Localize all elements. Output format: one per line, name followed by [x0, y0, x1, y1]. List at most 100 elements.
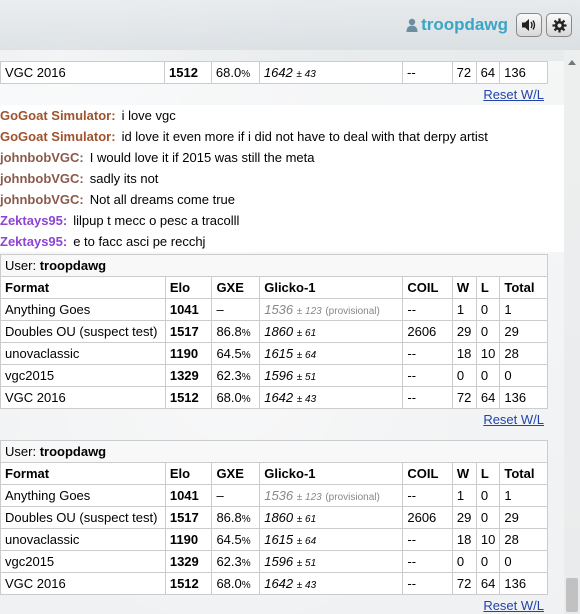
cell-total: 136 — [499, 61, 548, 84]
cell-total: 29 — [499, 320, 548, 343]
cell-coil: -- — [402, 484, 453, 507]
chat-scrollbar[interactable] — [564, 50, 580, 614]
chat-message: johnbobVGC: I would love it if 2015 was s… — [0, 147, 564, 168]
col-total: Total — [499, 462, 548, 485]
cell-coil: -- — [402, 364, 453, 387]
chat-text: Not all dreams come true — [89, 192, 235, 207]
chat-nick[interactable]: Zektays95: — [0, 213, 67, 228]
cell-l: 0 — [475, 506, 501, 529]
chat-message: Zektays95: lilpup t mecc o pesc a tracoll… — [0, 210, 564, 231]
chat-text: I would love it if 2015 was still the me… — [89, 150, 315, 165]
col-l: L — [475, 276, 501, 299]
col-w: W — [451, 276, 477, 299]
username-button[interactable]: troopdawg — [406, 15, 508, 35]
cell-elo: 1041 — [164, 298, 213, 321]
header-row: Format Elo GXE Glicko-1 COIL W L Total — [0, 462, 548, 485]
col-gxe: GXE — [211, 276, 261, 299]
cell-w: 1 — [451, 298, 477, 321]
cell-format: VGC 2016 — [0, 572, 166, 595]
rank-table-body: Anything Goes 1041–1536 ± 123 (provisiona… — [0, 484, 548, 595]
chat-nick[interactable]: Zektays95: — [0, 234, 67, 249]
cell-gxe: – — [211, 484, 261, 507]
cell-gxe: 86.8% — [211, 506, 261, 529]
user-row: User: troopdawg — [0, 254, 548, 277]
cell-glicko: 1642 ± 43 — [259, 572, 404, 595]
header-row: Format Elo GXE Glicko-1 COIL W L Total — [0, 276, 548, 299]
cell-glicko: 1615 ± 64 — [259, 528, 404, 551]
speaker-icon — [522, 19, 536, 31]
cell-gxe: 68.0% — [211, 386, 261, 409]
cell-glicko: 1860 ± 61 — [259, 506, 404, 529]
gear-icon — [551, 17, 567, 33]
cell-elo: 1190 — [164, 528, 213, 551]
rank-table-partial: VGC 2016 1512 68.0% 1642 ± 43 -- 72 64 1… — [0, 61, 564, 105]
cell-l: 0 — [475, 298, 501, 321]
cell-total: 28 — [499, 342, 548, 365]
cell-coil: 2606 — [402, 506, 453, 529]
reset-wl-link[interactable]: Reset W/L — [483, 412, 548, 427]
cell-gxe: 68.0% — [211, 572, 261, 595]
col-coil: COIL — [402, 276, 453, 299]
cell-elo: 1517 — [164, 506, 213, 529]
scrollbar-thumb[interactable] — [566, 578, 578, 612]
reset-wl-link[interactable]: Reset W/L — [483, 87, 548, 102]
chat-text: id love it even more if i did not have t… — [121, 129, 488, 144]
user-label: User: — [5, 258, 37, 273]
chat-nick[interactable]: GoGoat Simulator: — [0, 108, 116, 123]
scroll-up-arrow-icon[interactable] — [568, 60, 576, 65]
sound-button[interactable] — [516, 13, 542, 37]
cell-w: 0 — [451, 550, 477, 573]
cell-elo: 1512 — [164, 386, 213, 409]
user-label: User: — [5, 444, 37, 459]
chat-text: sadly its not — [89, 171, 159, 186]
cell-total: 28 — [499, 528, 548, 551]
rank-table: User: troopdawg Format Elo GXE Glicko-1 … — [0, 440, 548, 595]
rank-table: User: troopdawg Format Elo GXE Glicko-1 … — [0, 254, 548, 409]
cell-gxe: 68.0% — [210, 61, 260, 84]
col-format: Format — [0, 462, 166, 485]
user-row: User: troopdawg — [0, 440, 548, 463]
cell-elo: 1517 — [164, 320, 213, 343]
cell-total: 0 — [499, 550, 548, 573]
top-header: troopdawg — [0, 0, 580, 50]
cell-gxe: 62.3% — [211, 550, 261, 573]
cell-glicko: 1536 ± 123 (provisional) — [259, 298, 404, 321]
chat-nick[interactable]: johnbobVGC: — [0, 171, 84, 186]
table-row: Anything Goes 1041–1536 ± 123 (provisiona… — [0, 484, 548, 507]
table-row: VGC 2016 1512 68.0% 1642 ± 43 -- 72 64 1… — [0, 61, 548, 84]
cell-l: 0 — [475, 320, 501, 343]
cell-w: 72 — [451, 572, 477, 595]
chat-nick[interactable]: GoGoat Simulator: — [0, 129, 116, 144]
settings-button[interactable] — [546, 13, 572, 37]
cell-elo: 1329 — [164, 364, 213, 387]
cell-w: 72 — [451, 61, 477, 84]
cell-coil: -- — [402, 572, 453, 595]
cell-gxe: 62.3% — [211, 364, 261, 387]
cell-total: 136 — [499, 386, 548, 409]
reset-wl-link[interactable]: Reset W/L — [483, 598, 548, 613]
chat-message: Zektays95: e to facc asci pe recchj — [0, 231, 564, 252]
cell-total: 29 — [499, 506, 548, 529]
chat-log[interactable]: VGC 2016 1512 68.0% 1642 ± 43 -- 72 64 1… — [0, 50, 564, 614]
col-glicko: Glicko-1 — [259, 462, 404, 485]
table-row: vgc2015 1329 62.3% 1596 ± 51 -- 0 0 0 — [0, 550, 548, 573]
table-row: unovaclassic 1190 64.5% 1615 ± 64 -- 18 10 28 — [0, 528, 548, 551]
col-w: W — [451, 462, 477, 485]
table-row: Anything Goes 1041–1536 ± 123 (provisiona… — [0, 298, 548, 321]
cell-format: unovaclassic — [0, 342, 166, 365]
cell-w: 0 — [451, 364, 477, 387]
cell-elo: 1512 — [164, 61, 212, 84]
cell-coil: 2606 — [402, 320, 453, 343]
col-format: Format — [0, 276, 166, 299]
cell-l: 64 — [475, 386, 501, 409]
cell-elo: 1190 — [164, 342, 213, 365]
chat-nick[interactable]: johnbobVGC: — [0, 150, 84, 165]
chat-message: GoGoat Simulator: id love it even more if… — [0, 126, 564, 147]
user-name[interactable]: troopdawg — [40, 444, 106, 459]
cell-glicko: 1596 ± 51 — [259, 364, 404, 387]
table-row: VGC 2016 1512 68.0% 1642 ± 43 -- 72 64 136 — [0, 572, 548, 595]
cell-coil: -- — [402, 298, 453, 321]
chat-nick[interactable]: johnbobVGC: — [0, 192, 84, 207]
user-name[interactable]: troopdawg — [40, 258, 106, 273]
table-row: Doubles OU (suspect test) 1517 86.8% 1860 ±… — [0, 320, 548, 343]
